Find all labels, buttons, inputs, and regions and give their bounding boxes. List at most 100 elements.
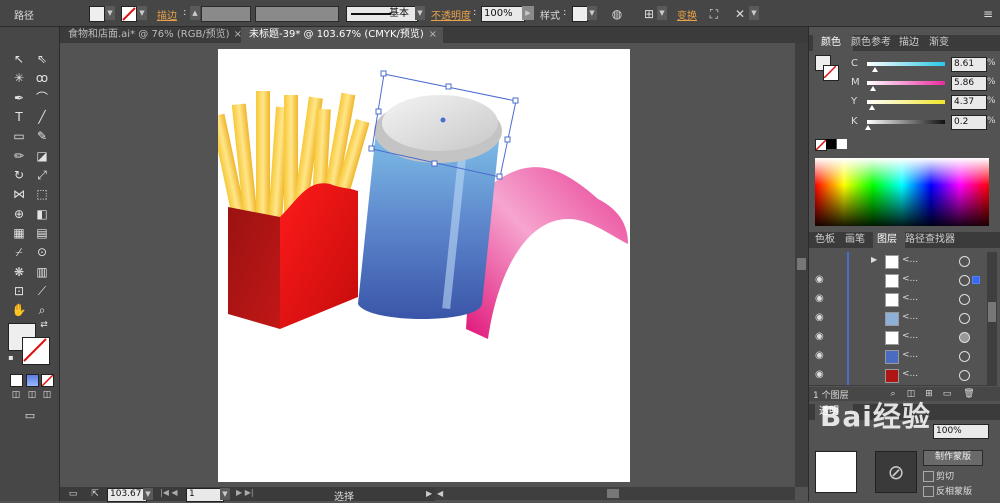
layer-name[interactable]: <... bbox=[902, 255, 918, 265]
screen-mode-icon[interactable]: ▭ bbox=[20, 409, 40, 423]
width-tool-icon[interactable]: ⋈ bbox=[10, 185, 28, 203]
isolate-icon[interactable]: ⛶ bbox=[706, 6, 722, 22]
channel-value-input[interactable]: 4.37 bbox=[951, 95, 987, 110]
first-page-icon[interactable]: |◀ ◀ bbox=[160, 488, 178, 497]
stroke-weight-field[interactable] bbox=[201, 6, 251, 22]
lasso-tool-icon[interactable]: ꝏ bbox=[33, 69, 51, 87]
variable-width-profile[interactable] bbox=[255, 6, 339, 22]
target-icon[interactable] bbox=[959, 370, 970, 381]
next-page-icon[interactable]: ▶ ▶| bbox=[236, 488, 254, 497]
clip-checkbox[interactable] bbox=[923, 471, 934, 482]
tab-swatches[interactable]: 色板 bbox=[815, 232, 835, 248]
slider-track[interactable] bbox=[867, 81, 945, 85]
eraser-tool-icon[interactable]: ◪ bbox=[33, 147, 51, 165]
status-menu-icon[interactable]: ▶ bbox=[426, 489, 432, 498]
pen-tool-icon[interactable]: ✒ bbox=[10, 89, 28, 107]
vertical-scrollbar[interactable] bbox=[795, 43, 808, 487]
black-swatch[interactable] bbox=[826, 139, 836, 149]
brush-dropdown[interactable]: ▼ bbox=[415, 6, 425, 20]
scroll-left-icon[interactable]: ◀ bbox=[437, 489, 443, 498]
panel-stroke-swatch[interactable] bbox=[823, 65, 839, 81]
tab-color-guide[interactable]: 颜色参考 bbox=[851, 35, 891, 51]
page-input[interactable]: 1 bbox=[186, 488, 224, 502]
draw-normal-icon[interactable]: ◫ bbox=[10, 389, 22, 401]
hand-tool-icon[interactable]: ✋ bbox=[10, 301, 28, 319]
gradient-tool-icon[interactable]: ▤ bbox=[33, 224, 51, 242]
rotate-tool-icon[interactable]: ↻ bbox=[10, 166, 28, 184]
cup-lid[interactable] bbox=[382, 95, 498, 151]
stroke-color-box[interactable] bbox=[22, 337, 50, 365]
stroke-label[interactable]: 描边 bbox=[157, 7, 177, 22]
color-mode-icon[interactable] bbox=[10, 374, 23, 387]
scale-tool-icon[interactable]: ⤢ bbox=[33, 166, 51, 184]
slider-m[interactable]: M 5.86 % bbox=[849, 76, 997, 92]
zoom-dropdown[interactable]: ▼ bbox=[143, 488, 153, 500]
none-mode-icon[interactable] bbox=[41, 374, 54, 387]
opacity-input[interactable]: 100% bbox=[481, 6, 525, 22]
artboard[interactable] bbox=[210, 49, 630, 482]
target-icon[interactable] bbox=[959, 294, 970, 305]
eye-icon[interactable]: ◉ bbox=[815, 350, 829, 362]
align-icon[interactable]: ⊞ bbox=[641, 6, 657, 22]
line-tool-icon[interactable]: ╱ bbox=[33, 108, 51, 126]
shape-builder-tool-icon[interactable]: ⊕ bbox=[10, 205, 28, 223]
column-graph-tool-icon[interactable]: ▥ bbox=[33, 263, 51, 281]
opacity-dropdown[interactable]: ▶ bbox=[522, 6, 534, 20]
slider-y[interactable]: Y 4.37 % bbox=[849, 95, 997, 111]
export-icon[interactable]: ⇱ bbox=[88, 487, 102, 501]
tab-brushes[interactable]: 画笔 bbox=[845, 232, 865, 248]
layer-name[interactable]: <... bbox=[902, 293, 918, 303]
close-icon[interactable]: × bbox=[429, 27, 437, 43]
perspective-grid-tool-icon[interactable]: ▦ bbox=[10, 224, 28, 242]
delete-icon[interactable]: 🗑 bbox=[963, 387, 975, 401]
layer-row[interactable]: ◉ <... bbox=[809, 290, 987, 310]
artboard-tool-icon[interactable]: ⊡ bbox=[10, 282, 28, 300]
layers-scrollbar[interactable] bbox=[987, 252, 997, 386]
slider-track[interactable] bbox=[867, 100, 945, 104]
layer-row[interactable]: ◉ <... bbox=[809, 366, 987, 386]
scroll-thumb[interactable] bbox=[988, 302, 996, 322]
layer-row[interactable]: ◉ <... bbox=[809, 271, 987, 291]
document-tab-food[interactable]: 食物和店面.ai* @ 76% (RGB/预览) × bbox=[60, 27, 249, 43]
default-colors-icon[interactable]: ▪ bbox=[6, 353, 16, 363]
document-tab-untitled[interactable]: 未标题-39* @ 103.67% (CMYK/预览) × bbox=[241, 27, 443, 43]
tab-color[interactable]: 颜色 bbox=[813, 35, 853, 51]
channel-value-input[interactable]: 0.2 bbox=[951, 115, 987, 130]
transform-label[interactable]: 变换 bbox=[677, 7, 697, 22]
align-dropdown[interactable]: ▼ bbox=[657, 6, 667, 20]
tab-layers[interactable]: 图层 bbox=[873, 232, 905, 248]
horizontal-scrollbar[interactable]: ◀ bbox=[435, 487, 795, 500]
artwork[interactable] bbox=[210, 49, 630, 482]
selection-tool-icon[interactable]: ↖ bbox=[10, 50, 28, 68]
make-mask-button[interactable]: 制作蒙版 bbox=[923, 450, 983, 466]
slider-knob[interactable] bbox=[865, 125, 871, 130]
stroke-swatch[interactable] bbox=[121, 6, 137, 22]
eye-icon[interactable]: ◉ bbox=[815, 274, 829, 286]
slider-k[interactable]: K 0.2 % bbox=[849, 115, 997, 131]
scroll-thumb[interactable] bbox=[797, 258, 806, 270]
eye-icon[interactable]: ◉ bbox=[815, 369, 829, 381]
opacity-label[interactable]: 不透明度 bbox=[431, 7, 471, 22]
stroke-weight-stepper[interactable]: ▲ bbox=[190, 6, 200, 20]
channel-value-input[interactable]: 5.86 bbox=[951, 76, 987, 91]
layer-name[interactable]: <... bbox=[902, 312, 918, 322]
page-dropdown[interactable]: ▼ bbox=[220, 488, 230, 500]
pencil-tool-icon[interactable]: ✏ bbox=[10, 147, 28, 165]
tab-pathfinder[interactable]: 路径查找器 bbox=[905, 232, 955, 248]
slider-knob[interactable] bbox=[870, 86, 876, 91]
slice-tool-icon[interactable]: ⟋ bbox=[33, 282, 51, 300]
zoom-tool-icon[interactable]: ⌕ bbox=[33, 301, 51, 319]
curvature-tool-icon[interactable]: ⌒ bbox=[33, 89, 51, 107]
target-icon[interactable] bbox=[959, 275, 970, 286]
layer-name[interactable]: <... bbox=[902, 331, 918, 341]
brush-definition[interactable]: 基本 bbox=[346, 6, 418, 22]
panel-menu-icon[interactable]: ≡ bbox=[980, 6, 996, 22]
style-swatch[interactable] bbox=[572, 6, 588, 22]
transform-each-icon[interactable]: ✕ bbox=[732, 6, 748, 22]
color-spectrum[interactable] bbox=[815, 158, 989, 226]
new-layer-icon[interactable]: ▭ bbox=[941, 387, 953, 401]
layer-row[interactable]: ◉ <... bbox=[809, 309, 987, 329]
zoom-input[interactable]: 103.67 bbox=[107, 488, 147, 502]
channel-value-input[interactable]: 8.61 bbox=[951, 57, 987, 72]
symbol-sprayer-tool-icon[interactable]: ❋ bbox=[10, 263, 28, 281]
